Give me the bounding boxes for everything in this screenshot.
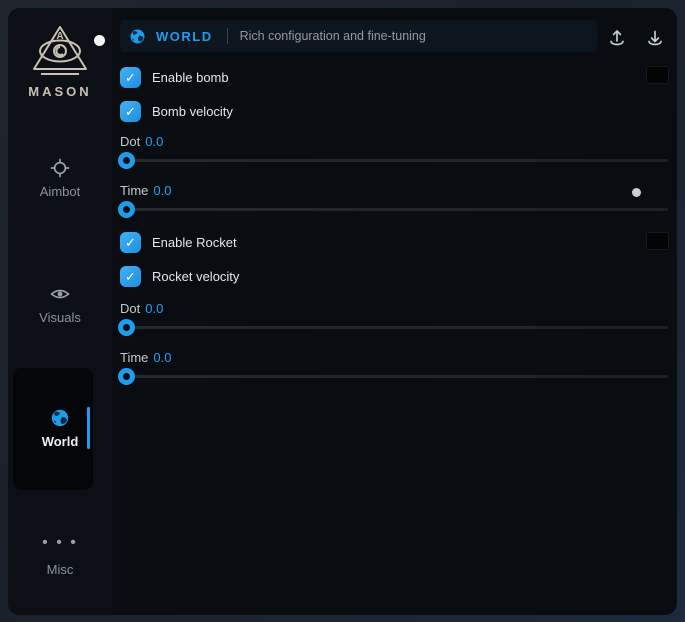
- checkbox-enable-bomb[interactable]: ✓: [120, 67, 141, 88]
- slider-name: Dot: [120, 134, 140, 149]
- svg-text:A: A: [56, 31, 63, 42]
- check-icon: ✓: [125, 236, 136, 249]
- slider-dot-bomb[interactable]: [120, 159, 668, 162]
- crosshair-icon: [50, 158, 70, 178]
- cursor-dot: [94, 35, 105, 46]
- slider-time-rocket[interactable]: [120, 375, 668, 378]
- sidebar-item-aimbot[interactable]: Aimbot: [8, 158, 112, 199]
- slider-value: 0.0: [145, 301, 163, 316]
- checkbox-row: ✓ Enable Rocket: [120, 231, 237, 253]
- slider-dot-rocket[interactable]: [120, 326, 668, 329]
- app-window: A MASON Aimbot Visuals: [8, 8, 677, 615]
- header-divider: [227, 28, 228, 44]
- slider-label-row: Dot 0.0: [120, 134, 163, 149]
- slider-name: Time: [120, 350, 148, 365]
- slider-name: Dot: [120, 301, 140, 316]
- checkbox-label: Rocket velocity: [152, 269, 239, 284]
- eye-icon: [50, 284, 70, 304]
- checkbox-row: ✓ Enable bomb: [120, 66, 229, 88]
- check-icon: ✓: [125, 105, 136, 118]
- sidebar-item-label: Visuals: [39, 310, 81, 325]
- tab-header: WORLD Rich configuration and fine-tuning: [120, 20, 597, 52]
- checkbox-enable-rocket[interactable]: ✓: [120, 232, 141, 253]
- slider-value: 0.0: [145, 134, 163, 149]
- page-subtitle: Rich configuration and fine-tuning: [240, 29, 426, 43]
- slider-value: 0.0: [153, 183, 171, 198]
- checkbox-label: Enable Rocket: [152, 235, 237, 250]
- sidebar-item-misc[interactable]: • • • Misc: [8, 536, 112, 577]
- page-title: WORLD: [156, 29, 213, 44]
- sidebar-item-visuals[interactable]: Visuals: [8, 284, 112, 325]
- sidebar-item-label: World: [42, 434, 79, 449]
- mason-eye-triangle-icon: A: [29, 24, 91, 82]
- check-icon: ✓: [125, 71, 136, 84]
- slider-label-row: Dot 0.0: [120, 301, 163, 316]
- checkbox-row: ✓ Bomb velocity: [120, 100, 233, 122]
- slider-thumb[interactable]: [118, 368, 135, 385]
- checkbox-label: Bomb velocity: [152, 104, 233, 119]
- checkbox-bomb-velocity[interactable]: ✓: [120, 101, 141, 122]
- upload-icon: [607, 28, 627, 48]
- upload-config-button[interactable]: [607, 28, 627, 48]
- download-icon: [645, 28, 665, 48]
- download-config-button[interactable]: [645, 28, 665, 48]
- ellipsis-icon: • • •: [40, 536, 80, 556]
- color-swatch-rocket[interactable]: [646, 232, 669, 250]
- check-icon: ✓: [125, 270, 136, 283]
- cursor-dot: [632, 188, 641, 197]
- globe-icon: [129, 28, 146, 45]
- checkbox-row: ✓ Rocket velocity: [120, 265, 239, 287]
- slider-name: Time: [120, 183, 148, 198]
- slider-thumb[interactable]: [118, 201, 135, 218]
- slider-time-bomb[interactable]: [120, 208, 668, 211]
- slider-label-row: Time 0.0: [120, 350, 171, 365]
- slider-value: 0.0: [153, 350, 171, 365]
- sidebar-item-world[interactable]: World: [8, 408, 112, 449]
- brand-name: MASON: [8, 84, 112, 99]
- globe-icon: [50, 408, 70, 428]
- color-swatch-bomb[interactable]: [646, 66, 669, 84]
- checkbox-rocket-velocity[interactable]: ✓: [120, 266, 141, 287]
- slider-label-row: Time 0.0: [120, 183, 171, 198]
- sidebar-item-label: Misc: [47, 562, 74, 577]
- sidebar-item-label: Aimbot: [40, 184, 80, 199]
- sidebar: A MASON Aimbot Visuals: [8, 8, 112, 615]
- checkbox-label: Enable bomb: [152, 70, 229, 85]
- slider-thumb[interactable]: [118, 152, 135, 169]
- slider-thumb[interactable]: [118, 319, 135, 336]
